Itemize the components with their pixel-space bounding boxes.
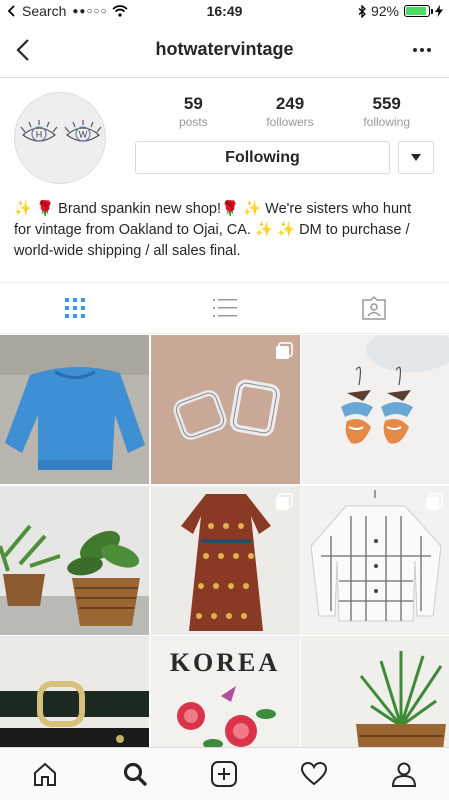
post-image-palm (301, 636, 449, 747)
korea-text: KOREA (169, 648, 279, 677)
bio-line: for vintage from Oakland to Ojai, CA. ✨ … (14, 222, 410, 238)
list-icon (212, 299, 237, 317)
followers-count: 249 (275, 94, 305, 113)
profile-icon (392, 762, 417, 787)
posts-label: posts (178, 115, 208, 129)
avatar[interactable]: H W (14, 92, 106, 184)
followers-stat[interactable]: 249 followers (242, 94, 339, 129)
post-image-embroidery: KOREA (150, 636, 300, 747)
caret-down-icon (411, 154, 421, 161)
post-image-plants (0, 485, 149, 635)
nav-activity[interactable] (294, 754, 334, 794)
home-icon (33, 762, 56, 786)
following-label: following (363, 115, 411, 129)
avatar-letter-w: W (79, 130, 88, 140)
eyes-logo-icon: H W (20, 120, 102, 142)
more-dot-icon (413, 48, 417, 52)
activity-icon (301, 761, 328, 786)
tagged-icon (362, 295, 386, 320)
bottom-navigation (0, 747, 449, 800)
post-thumbnail[interactable] (150, 485, 300, 635)
tab-grid[interactable] (0, 283, 150, 333)
post-thumbnail[interactable] (0, 485, 149, 635)
nav-search[interactable] (115, 754, 155, 794)
post-thumbnail[interactable]: KOREA (150, 636, 300, 747)
search-icon (123, 762, 147, 786)
nav-profile[interactable] (384, 754, 424, 794)
tab-tagged[interactable] (299, 283, 449, 333)
post-thumbnail[interactable] (301, 335, 449, 484)
post-thumbnail[interactable] (0, 636, 149, 747)
bluetooth-icon (358, 4, 366, 18)
bio-line: world-wide shipping / all sales final. (14, 243, 241, 259)
page-title: hotwatervintage (155, 39, 294, 59)
bio-line: ✨ 🌹 Brand spankin new shop!🌹 ✨ We're sis… (14, 201, 412, 217)
battery-percent: 92% (370, 3, 399, 19)
post-image-sweater (0, 335, 149, 484)
followers-label: followers (266, 115, 314, 129)
profile-stats: 59 posts 249 followers 559 following (145, 94, 435, 129)
post-thumbnail[interactable] (150, 335, 300, 484)
multiple-photos-icon (275, 342, 293, 359)
nav-new-post[interactable] (204, 754, 244, 794)
status-bar: Search ●●○○○ 16:49 92% (0, 0, 449, 22)
posts-count: 59 (183, 94, 203, 113)
tab-list[interactable] (150, 283, 300, 333)
bio: ✨ 🌹 Brand spankin new shop!🌹 ✨ We're sis… (14, 199, 439, 262)
post-thumbnail[interactable] (301, 485, 449, 635)
avatar-letter-h: H (36, 130, 43, 140)
post-thumbnail[interactable] (301, 636, 449, 747)
following-stat[interactable]: 559 following (338, 94, 435, 129)
following-button[interactable]: Following (135, 141, 390, 174)
view-tabs (0, 282, 449, 334)
posts-grid: KOREA (0, 335, 449, 747)
post-image-belts (0, 636, 149, 747)
following-count: 559 (372, 94, 401, 113)
posts-stat: 59 posts (145, 94, 242, 129)
battery-icon (404, 5, 433, 17)
nav-home[interactable] (25, 754, 65, 794)
post-image-ceramic-earrings (301, 335, 449, 484)
more-options-button[interactable] (407, 35, 437, 65)
multiple-photos-icon (426, 492, 443, 510)
profile-header: hotwatervintage (0, 22, 449, 78)
more-dot-icon (427, 48, 431, 52)
post-thumbnail[interactable] (0, 335, 149, 484)
charging-icon (435, 5, 443, 17)
suggestions-dropdown-button[interactable] (398, 141, 434, 174)
grid-icon (64, 298, 85, 318)
more-dot-icon (420, 48, 424, 52)
new-post-icon (211, 761, 238, 787)
multiple-photos-icon (275, 492, 293, 510)
